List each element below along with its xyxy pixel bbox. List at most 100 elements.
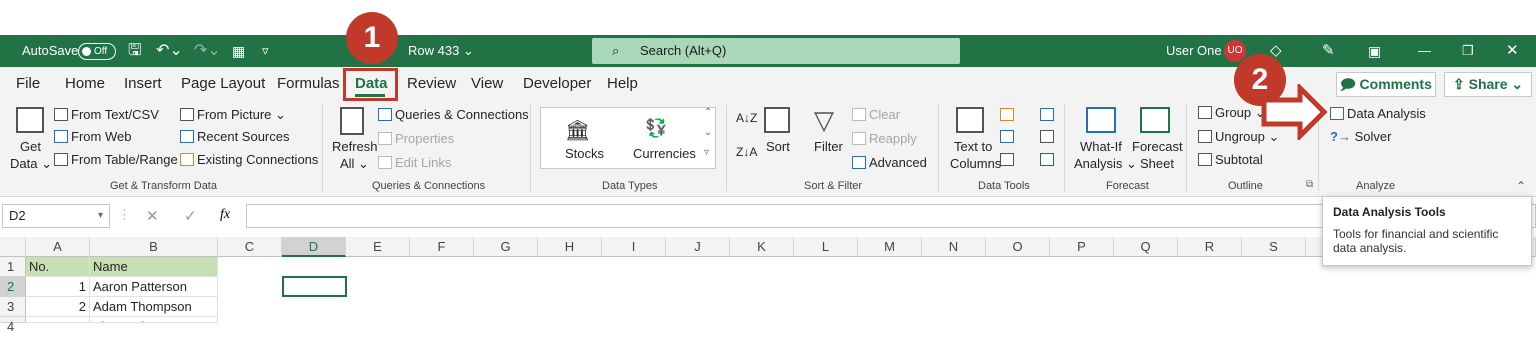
column-header[interactable]: O [986,237,1050,257]
cancel-icon[interactable]: ✕ [146,207,159,225]
what-if-label-2[interactable]: Analysis ⌄ [1074,156,1137,172]
column-header[interactable]: Q [1114,237,1178,257]
column-header[interactable]: P [1050,237,1114,257]
filename[interactable]: Row 433 ⌄ [408,35,474,67]
queries-connections-button[interactable]: Queries & Connections [378,107,529,122]
collapse-ribbon-icon[interactable]: ⌃ [1516,179,1526,193]
column-header[interactable]: F [410,237,474,257]
select-all-corner[interactable] [0,237,26,257]
column-header[interactable]: B [90,237,218,257]
name-box[interactable]: D2 ▾ [2,204,110,228]
autosave-toggle[interactable]: Off [78,43,116,60]
from-picture-button[interactable]: From Picture ⌄ [180,107,286,123]
group-button[interactable]: Group ⌄ [1198,105,1266,121]
tab-review[interactable]: Review [407,75,456,92]
minimize-icon[interactable]: — [1418,35,1431,67]
tab-help[interactable]: Help [607,75,638,92]
cell-a1[interactable]: No. [26,257,90,277]
row-header[interactable]: 2 [0,277,26,297]
column-header[interactable]: E [346,237,410,257]
enter-icon[interactable]: ✓ [184,207,197,225]
cell-a2[interactable]: 1 [26,277,90,297]
customize-qat-icon[interactable]: ▿ [262,35,269,67]
column-header[interactable]: I [602,237,666,257]
gallery-scroll-down-icon[interactable]: ⌄ [704,127,712,138]
cell-a3[interactable]: 2 [26,297,90,317]
sort-button[interactable]: Sort [766,139,790,154]
tab-formulas[interactable]: Formulas [277,75,340,92]
relationships-icon[interactable] [1040,129,1057,144]
cell-b3[interactable]: Adam Thompson [90,297,218,317]
refresh-all-label-2[interactable]: All ⌄ [340,156,369,172]
data-validation-icon[interactable] [1000,152,1017,167]
gallery-expand-icon[interactable]: ▿ [704,147,709,158]
from-web-button[interactable]: From Web [54,129,131,144]
sort-a-to-z-icon[interactable]: A↓Z [736,111,757,125]
restore-icon[interactable]: ❐ [1462,35,1474,67]
column-header[interactable]: H [538,237,602,257]
calculator-icon[interactable]: ▦ [232,35,245,67]
data-types-gallery[interactable]: 🏛 Stocks 💱 Currencies [540,107,716,169]
tab-view[interactable]: View [471,75,503,92]
edit-links-button[interactable]: Edit Links [378,155,451,170]
ribbon-display-icon[interactable]: ▣ [1368,35,1381,67]
flash-fill-icon[interactable] [1000,107,1017,122]
undo-icon[interactable]: ↶⌄ [156,35,183,67]
clear-button[interactable]: Clear [852,107,900,122]
sort-z-to-a-icon[interactable]: Z↓A [736,145,757,159]
column-header[interactable]: A [26,237,90,257]
tab-insert[interactable]: Insert [124,75,162,92]
stocks-label[interactable]: Stocks [565,146,604,161]
column-header[interactable]: S [1242,237,1306,257]
advanced-button[interactable]: Advanced [852,155,927,170]
subtotal-button[interactable]: Subtotal [1198,152,1263,167]
active-cell-d2[interactable] [282,276,347,297]
insert-function-icon[interactable]: fx [220,207,230,223]
column-header[interactable]: D [282,237,346,257]
solver-button[interactable]: ?→ Solver [1330,129,1391,144]
pen-icon[interactable]: ✎ [1322,35,1335,67]
refresh-all-label-1[interactable]: Refresh [332,139,378,154]
gallery-scroll-up-icon[interactable]: ⌃ [704,107,712,118]
column-header[interactable]: J [666,237,730,257]
column-header[interactable]: L [794,237,858,257]
column-header[interactable]: R [1178,237,1242,257]
cell-b4[interactable]: Alex Anderson [90,317,218,323]
row-header[interactable]: 1 [0,257,26,277]
column-header[interactable]: C [218,237,282,257]
comments-button[interactable]: 🗩 Comments [1336,72,1436,97]
tab-page-layout[interactable]: Page Layout [181,75,265,92]
recent-sources-button[interactable]: Recent Sources [180,129,290,144]
filter-button[interactable]: Filter [814,139,843,154]
get-data-label-1[interactable]: Get [20,139,41,154]
remove-duplicates-icon[interactable] [1000,129,1017,144]
from-text-csv-button[interactable]: From Text/CSV [54,107,159,122]
tab-home[interactable]: Home [65,75,105,92]
reapply-button[interactable]: Reapply [852,131,917,146]
existing-connections-button[interactable]: Existing Connections [180,152,318,167]
data-analysis-button[interactable]: Data Analysis [1330,106,1426,121]
from-table-range-button[interactable]: From Table/Range [54,152,178,167]
row-header[interactable]: 3 [0,297,26,317]
save-icon[interactable]: 🖫 [128,35,142,67]
forecast-sheet-label-1[interactable]: Forecast [1132,139,1183,154]
column-header[interactable]: K [730,237,794,257]
cell-a4[interactable]: 3 [26,317,90,323]
currencies-label[interactable]: Currencies [633,146,696,161]
row-header[interactable]: 4 [0,317,26,334]
properties-button[interactable]: Properties [378,131,454,146]
get-data-label-2[interactable]: Data ⌄ [10,156,52,172]
column-header[interactable]: G [474,237,538,257]
share-button[interactable]: ⇪ Share ⌄ [1444,72,1532,97]
avatar[interactable]: UO [1224,40,1246,62]
tab-file[interactable]: File [16,75,40,92]
dialog-launcher-icon[interactable]: ⧉ [1306,179,1313,190]
redo-icon[interactable]: ↷⌄ [194,35,221,67]
close-icon[interactable]: ✕ [1506,35,1519,67]
column-header[interactable]: M [858,237,922,257]
cell-b1[interactable]: Name [90,257,218,277]
tab-developer[interactable]: Developer [523,75,591,92]
forecast-sheet-label-2[interactable]: Sheet [1140,156,1174,171]
search-input[interactable]: ⌕ Search (Alt+Q) [592,38,960,64]
text-to-columns-label-1[interactable]: Text to [954,139,992,154]
